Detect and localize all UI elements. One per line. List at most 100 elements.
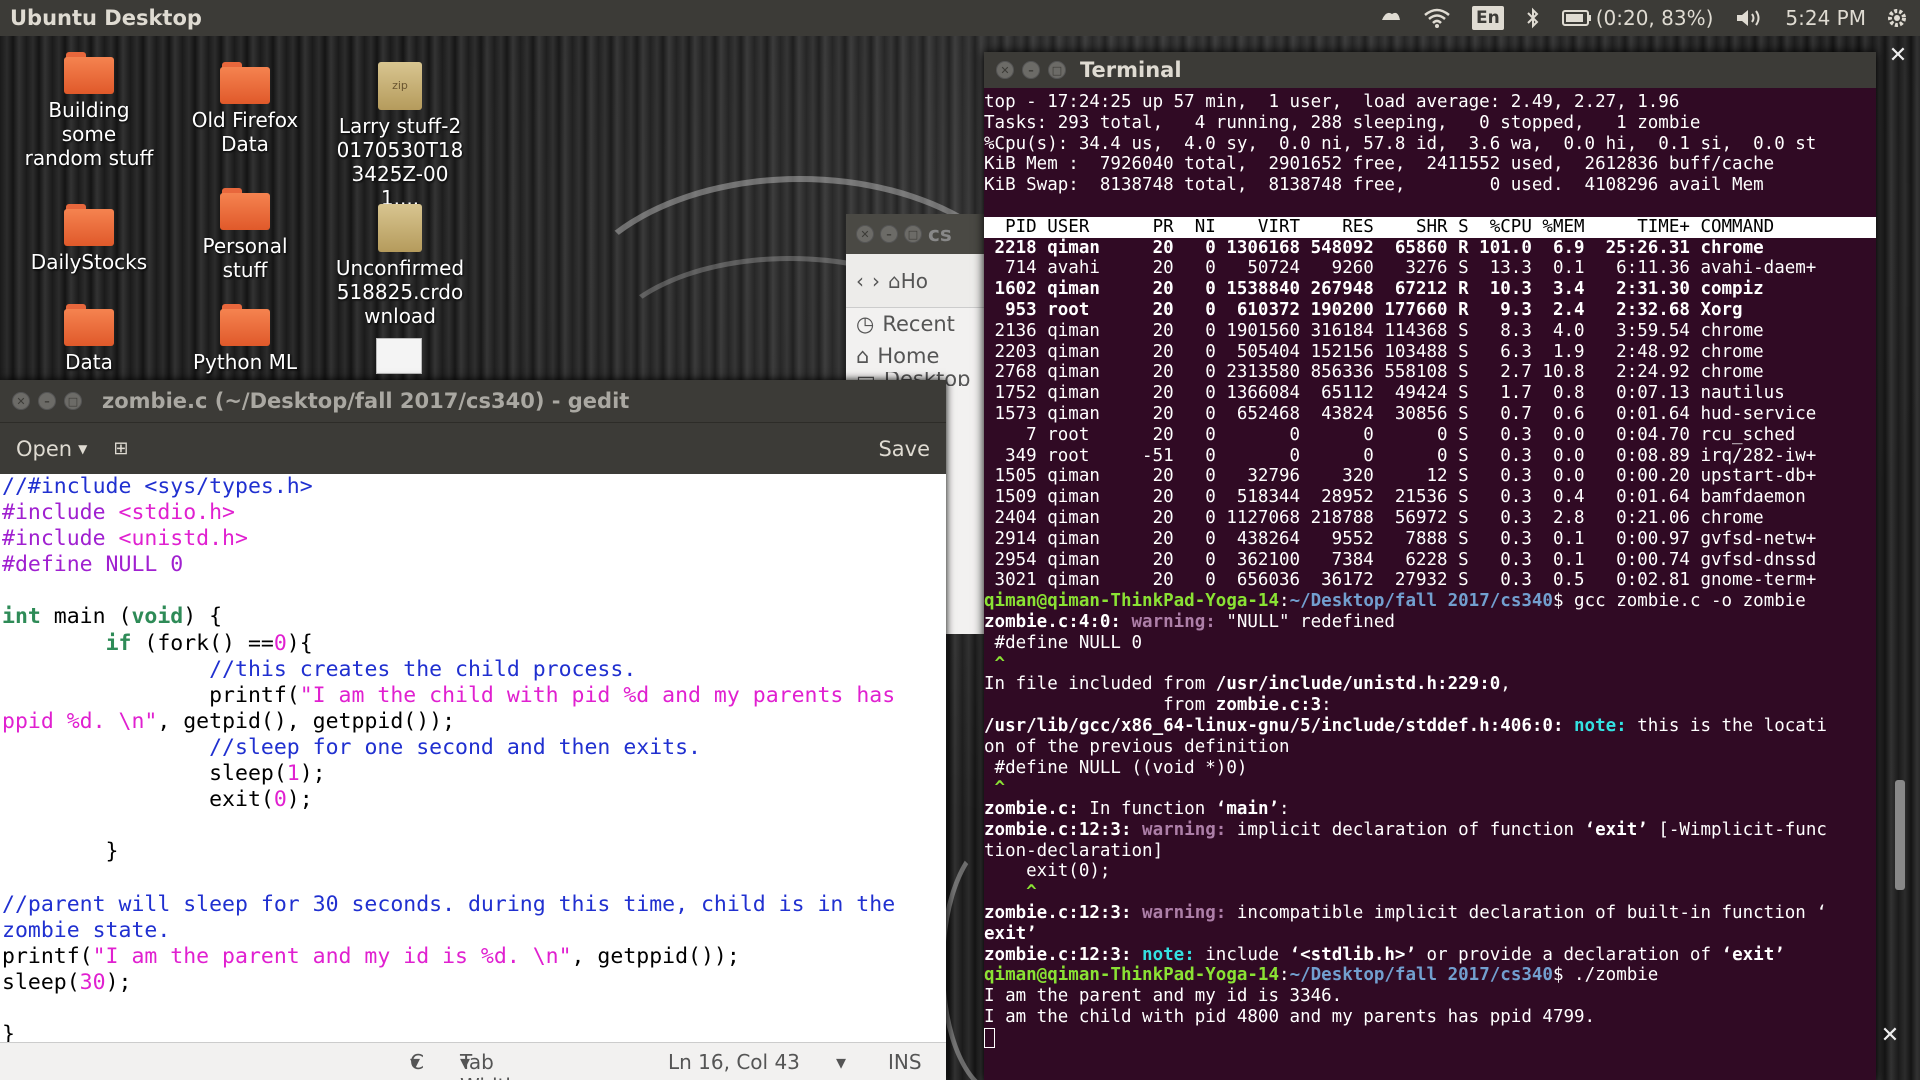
process-row: 953 root 20 0 610372 190200 177660 R 9.3… (984, 299, 1743, 320)
folder-icon (220, 304, 270, 346)
wifi-icon[interactable] (1424, 8, 1450, 28)
file-manager-title: cs (928, 222, 952, 246)
prompt-line: qiman@qiman-ThinkPad-Yoga-14:~/Desktop/f… (984, 965, 1876, 986)
desktop-icon-folder[interactable]: DailyStocks (24, 204, 154, 274)
desktop-icon-archive[interactable]: Unconfirmed 518825.crdownload (334, 204, 466, 328)
terminal-text: zombie.c:12:3: (984, 944, 1143, 965)
minimize-icon[interactable]: – (1022, 61, 1040, 79)
top-summary-line: top - 17:24:25 up 57 min, 1 user, load a… (984, 92, 1680, 112)
process-row: 7 root 20 0 0 0 0 S 0.3 0.0 0:04.70 rcu_… (984, 424, 1796, 445)
back-icon[interactable]: ‹ (856, 269, 864, 293)
terminal-text: warning: (1142, 819, 1237, 840)
compiler-message: zombie.c: In function ‘main’: (984, 799, 1876, 820)
scrollbar-thumb[interactable] (1895, 780, 1905, 890)
location-button[interactable]: ⌂Ho (888, 269, 928, 293)
compiler-caret: ^ (984, 654, 1876, 675)
compiler-message: /usr/lib/gcc/x86_64-linux-gnu/5/include/… (984, 716, 1876, 737)
terminal-title: Terminal (1080, 58, 1182, 82)
save-button[interactable]: Save (878, 437, 930, 461)
code-editor[interactable]: //#include <sys/types.h> #include <stdio… (0, 474, 946, 1044)
desktop-icon-label: Larry stuff-20170530T183425Z-001.... (336, 114, 464, 210)
tab-width-selector[interactable]: Tab Width: 8 ▾ (460, 1050, 525, 1080)
desktop-icon-folder[interactable]: Building some random stuff (24, 52, 154, 170)
indicator-area: En (0:20, 83%) 5:24 PM (1380, 0, 1920, 36)
forward-icon[interactable]: › (872, 269, 880, 293)
dropbox-icon[interactable] (1380, 8, 1402, 28)
battery-indicator[interactable]: (0:20, 83%) (1561, 6, 1713, 30)
close-icon[interactable]: ✕ (856, 225, 874, 243)
program-output: I am the parent and my id is 3346. (984, 986, 1343, 1007)
insert-mode: INS (888, 1049, 922, 1074)
chevron-down-icon[interactable]: ▾ (836, 1050, 846, 1074)
process-row: 2914 qiman 20 0 438264 9552 7888 S 0.3 0… (984, 528, 1817, 549)
desktop-icon-folder[interactable]: Python ML (180, 304, 310, 374)
terminal-output[interactable]: top - 17:24:25 up 57 min, 1 user, load a… (984, 92, 1876, 1050)
zip-archive-icon: zip (378, 62, 422, 110)
tab-width-label: Tab Width: 8 (460, 1049, 525, 1080)
process-row: 1602 qiman 20 0 1538840 267948 67212 R 1… (984, 279, 1764, 300)
close-icon[interactable]: ✕ (1884, 42, 1912, 70)
gedit-titlebar: ✕ – □ zombie.c (~/Desktop/fall 2017/cs34… (0, 380, 946, 422)
desktop-icon-zip[interactable]: zip Larry stuff-20170530T183425Z-001.... (334, 62, 466, 210)
desktop-icon-folder[interactable]: Data (24, 304, 154, 374)
desktop-icon-label: Personal stuff (202, 234, 288, 282)
terminal-titlebar: ✕ – □ Terminal (984, 52, 1876, 88)
terminal-text: : (1279, 591, 1290, 612)
language-selector[interactable]: C ▾ (410, 1050, 424, 1074)
gear-icon[interactable] (1886, 7, 1908, 29)
desktop-icon-label: Old Firefox Data (191, 108, 299, 156)
compiler-message: zombie.c:4:0: warning: "NULL" redefined (984, 612, 1876, 633)
terminal-text: incompatible implicit declaration of bui… (1236, 903, 1827, 924)
terminal-text: $ (1552, 591, 1575, 612)
gedit-statusbar: C ▾ Tab Width: 8 ▾ Ln 16, Col 43 ▾ INS (0, 1042, 946, 1080)
minimize-icon[interactable]: – (38, 392, 56, 410)
process-row: 1505 qiman 20 0 32796 320 12 S 0.3 0.0 0… (984, 466, 1817, 487)
process-row: 349 root -51 0 0 0 0 S 0.3 0.0 0:08.89 i… (984, 445, 1817, 466)
volume-icon[interactable] (1735, 7, 1763, 29)
minimize-icon[interactable]: – (880, 225, 898, 243)
document-icon[interactable] (376, 338, 422, 374)
close-icon[interactable]: ✕ (12, 392, 30, 410)
cursor-position: Ln 16, Col 43 (668, 1049, 800, 1074)
terminal-text: warning: (1131, 611, 1227, 632)
terminal-scrollbar[interactable] (1892, 120, 1908, 940)
close-icon[interactable]: ✕ (1876, 1022, 1904, 1050)
compiler-message: tion-declaration] (984, 840, 1164, 861)
terminal-window[interactable]: ✕ – □ Terminal top - 17:24:25 up 57 min,… (984, 52, 1876, 1080)
top-summary-line: KiB Swap: 8138748 total, 8138748 free, 0… (984, 175, 1764, 196)
sidebar-item-home[interactable]: ⌂ Home (846, 340, 1006, 372)
maximize-icon[interactable]: □ (1048, 61, 1066, 79)
close-icon[interactable]: ✕ (996, 61, 1014, 79)
process-row: 1509 qiman 20 0 518344 28952 21536 S 0.3… (984, 487, 1806, 508)
terminal-text: zombie.c:12:3: (984, 903, 1143, 924)
compiler-message: zombie.c:12:3: warning: implicit declara… (984, 820, 1876, 841)
terminal-text: zombie.c:3 (1215, 695, 1322, 716)
clock[interactable]: 5:24 PM (1785, 6, 1866, 30)
terminal-text: ‘main’ (1215, 799, 1280, 820)
terminal-text: ./zombie (1574, 965, 1659, 986)
new-tab-icon[interactable]: ⊞ (113, 438, 128, 459)
process-row: 1573 qiman 20 0 652468 43824 30856 S 0.7… (984, 403, 1817, 424)
desktop-icon-folder[interactable]: Old Firefox Data (180, 62, 310, 156)
terminal-text: warning: (1142, 903, 1237, 924)
open-button[interactable]: Open ▼ (16, 437, 87, 461)
terminal-text: this is the locati (1637, 715, 1827, 736)
top-summary-line: KiB Mem : 7926040 total, 2901652 free, 2… (984, 154, 1775, 175)
gedit-window[interactable]: ✕ – □ zombie.c (~/Desktop/fall 2017/cs34… (0, 380, 946, 1080)
desktop-icon-label: Building some random stuff (24, 98, 154, 170)
terminal-cursor (984, 1027, 995, 1048)
process-row: 2203 qiman 20 0 505404 152156 103488 S 6… (984, 341, 1764, 362)
top-summary-line: Tasks: 293 total, 4 running, 288 sleepin… (984, 112, 1701, 133)
desktop-icon-folder[interactable]: Personal stuff (180, 188, 310, 282)
bluetooth-icon[interactable] (1526, 7, 1540, 29)
keyboard-layout-indicator[interactable]: En (1472, 6, 1504, 30)
sidebar-item-recent[interactable]: ◷ Recent (846, 308, 1006, 340)
maximize-icon[interactable]: □ (904, 225, 922, 243)
top-summary-line: %Cpu(s): 34.4 us, 4.0 sy, 0.0 ni, 57.8 i… (984, 133, 1817, 154)
maximize-icon[interactable]: □ (64, 392, 82, 410)
location-label: Ho (900, 268, 928, 293)
terminal-text: include (1205, 944, 1290, 965)
terminal-text: "NULL" redefined (1226, 611, 1395, 632)
terminal-text: qiman@qiman-ThinkPad-Yoga-14 (984, 591, 1280, 612)
